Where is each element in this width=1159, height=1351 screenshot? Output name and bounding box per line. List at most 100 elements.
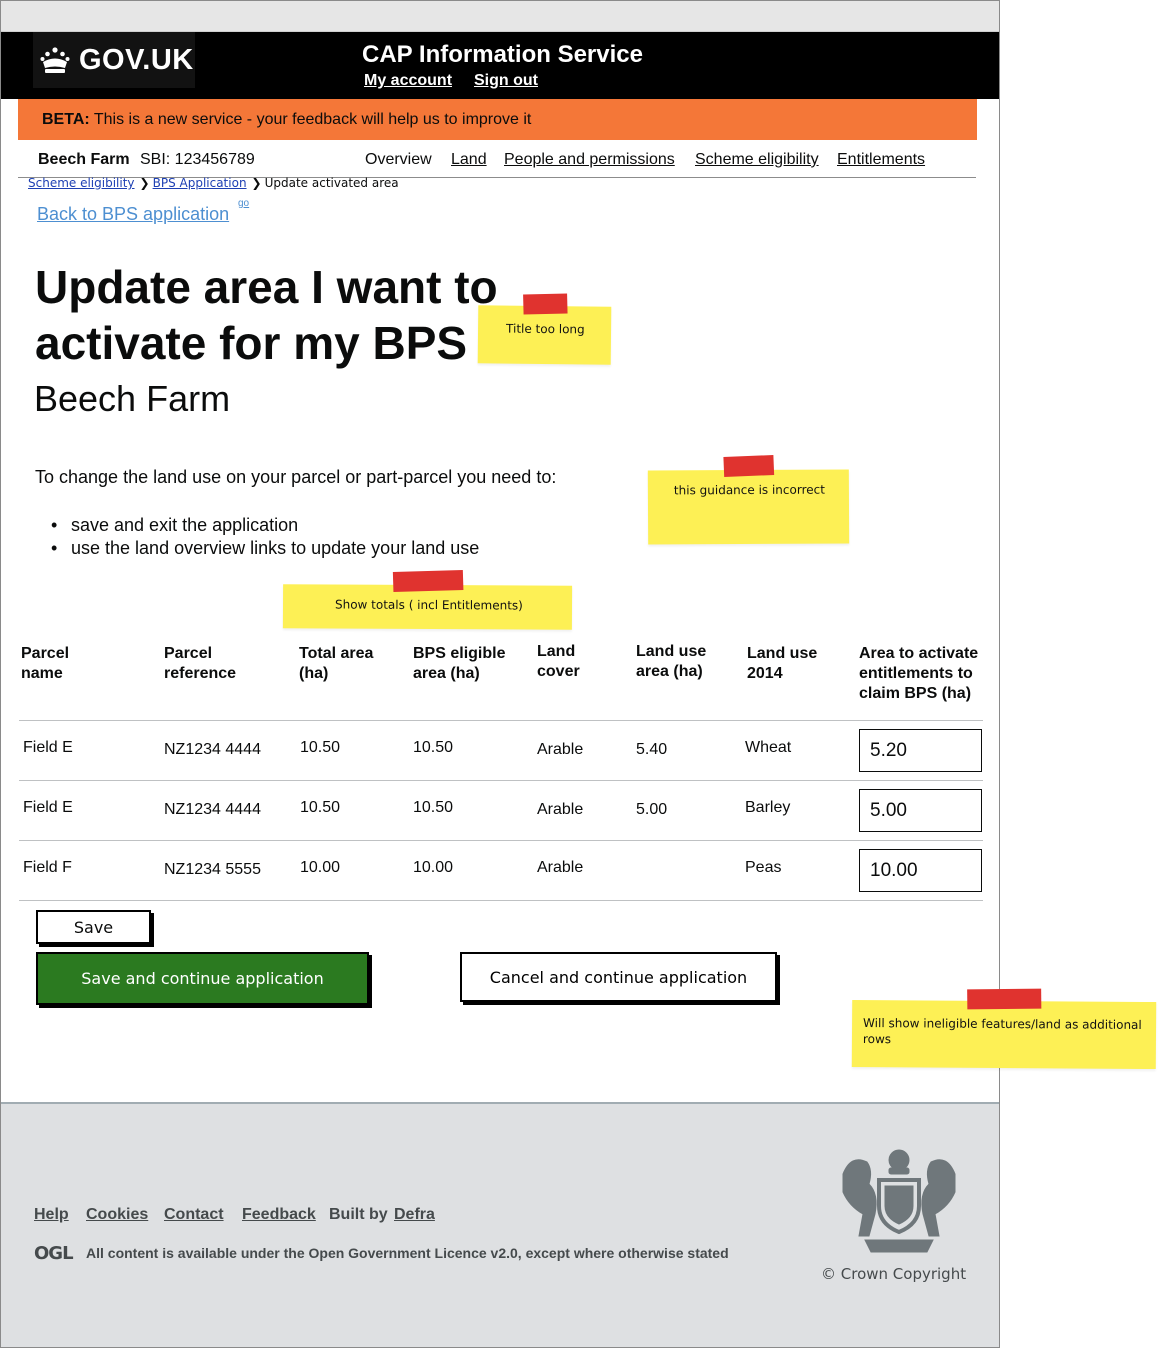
col-header-land-use-area: Land use area (ha) — [636, 642, 706, 682]
header-line: 2014 — [747, 665, 783, 682]
back-link-go-marker[interactable]: go — [238, 198, 249, 209]
table-row: Field E NZ1234 4444 10.50 10.50 Arable 5… — [19, 720, 983, 780]
footer-contact-link[interactable]: Contact — [164, 1206, 224, 1224]
sticky-tape — [523, 293, 568, 315]
footer-feedback-link[interactable]: Feedback — [242, 1206, 316, 1224]
header-line: Land — [537, 643, 576, 660]
farm-name: Beech Farm — [38, 151, 130, 168]
col-header-parcel-name: Parcel name — [21, 644, 69, 684]
header-line: reference — [164, 665, 237, 682]
sign-out-link[interactable]: Sign out — [474, 72, 538, 90]
licence-text: All content is available under the Open … — [86, 1245, 729, 1261]
col-header-land-cover: Land cover — [537, 642, 580, 682]
cell-parcel-name: Field F — [23, 859, 72, 876]
sticky-note-ineligible: Will show ineligible features/land as ad… — [851, 988, 1157, 1070]
chevron-right-icon: ❯ — [139, 176, 150, 190]
cell-land-cover: Arable — [537, 859, 584, 876]
cell-parcel-reference: NZ1234 4444 — [164, 741, 261, 758]
cell-total-area: 10.00 — [300, 859, 341, 876]
breadcrumb: Scheme eligibility ❯ BPS Application ❯ Updat… — [28, 176, 399, 190]
sticky-note-text: Show totals ( incl Entitlements) — [334, 597, 523, 613]
ogl-logo: OGL — [34, 1243, 74, 1264]
back-to-bps-link[interactable]: Back to BPS application — [37, 204, 229, 225]
service-name[interactable]: CAP Information Service — [362, 41, 643, 69]
govuk-logo[interactable]: GOV.UK — [33, 32, 195, 88]
header-line: area (ha) — [636, 663, 703, 680]
col-header-bps-eligible-area: BPS eligible area (ha) — [413, 644, 505, 684]
header-line: cover — [537, 663, 580, 680]
sticky-note-guidance: this guidance is incorrect — [647, 455, 850, 545]
header-line: entitlements to — [859, 665, 973, 682]
save-and-continue-button[interactable]: Save and continue application — [36, 952, 369, 1005]
header-line: claim BPS (ha) — [859, 685, 972, 702]
header-line: BPS eligible — [413, 645, 506, 662]
sticky-note-title: Title too long — [477, 293, 612, 365]
sticky-note-text: this guidance is incorrect — [673, 482, 825, 498]
cell-total-area: 10.50 — [300, 739, 341, 756]
cell-land-use-2014: Wheat — [745, 739, 792, 756]
cell-land-cover: Arable — [537, 801, 584, 818]
area-to-activate-input[interactable]: 5.00 — [859, 789, 982, 832]
breadcrumb-bps-application[interactable]: BPS Application — [153, 176, 247, 190]
cancel-and-continue-button[interactable]: Cancel and continue application — [460, 952, 777, 1002]
table-row: Field E NZ1234 4444 10.50 10.50 Arable 5… — [19, 780, 983, 840]
header-line: Land use — [747, 645, 818, 662]
sticky-note-totals: Show totals ( incl Entitlements) — [282, 569, 573, 630]
breadcrumb-current: Update activated area — [264, 176, 399, 190]
cell-parcel-reference: NZ1234 5555 — [164, 861, 261, 878]
sticky-tape — [967, 988, 1042, 1010]
browser-top-strip — [1, 1, 999, 32]
built-by-label: Built by — [329, 1206, 388, 1223]
area-to-activate-input[interactable]: 5.20 — [859, 729, 982, 772]
logo-wordmark: GOV.UK — [79, 43, 194, 76]
nav-people-and-permissions[interactable]: People and permissions — [504, 151, 675, 169]
crown-icon — [40, 47, 70, 73]
cell-bps-eligible-area: 10.50 — [413, 799, 454, 816]
col-header-land-use-2014: Land use 2014 — [747, 644, 817, 684]
defra-link[interactable]: Defra — [394, 1206, 435, 1224]
my-account-link[interactable]: My account — [364, 72, 452, 90]
area-to-activate-input[interactable]: 10.00 — [859, 849, 982, 892]
royal-coat-of-arms-icon — [842, 1149, 956, 1253]
footer-cookies-link[interactable]: Cookies — [86, 1206, 148, 1224]
table-bottom-border — [19, 900, 983, 901]
nav-entitlements[interactable]: Entitlements — [837, 151, 925, 169]
sticky-tape — [723, 455, 775, 477]
guidance-list: save and exit the application use the la… — [51, 514, 479, 560]
page-frame: GOV.UK CAP Information Service My accoun… — [0, 0, 1000, 1348]
cell-total-area: 10.50 — [300, 799, 341, 816]
col-header-total-area: Total area (ha) — [299, 644, 373, 684]
cell-parcel-name: Field E — [23, 739, 73, 756]
header-line: (ha) — [299, 665, 329, 682]
sbi-number: SBI: 123456789 — [140, 151, 255, 168]
col-header-parcel-reference: Parcel reference — [164, 644, 236, 684]
chevron-right-icon: ❯ — [251, 176, 262, 190]
crown-copyright: © Crown Copyright — [821, 1265, 967, 1283]
breadcrumb-scheme-eligibility[interactable]: Scheme eligibility — [28, 176, 135, 190]
beta-banner: BETA: This is a new service - your feedb… — [18, 99, 977, 140]
guidance-item: save and exit the application — [51, 514, 479, 537]
site-footer: Help Cookies Contact Feedback Built by D… — [1, 1102, 999, 1347]
save-button[interactable]: Save — [36, 910, 151, 944]
cell-parcel-name: Field E — [23, 799, 73, 816]
header-line: Parcel — [21, 645, 70, 662]
header-line: area (ha) — [413, 665, 480, 682]
guidance-item: use the land overview links to update yo… — [51, 537, 479, 560]
beta-message: This is a new service - your feedback wi… — [93, 111, 532, 128]
page-subtitle-farm: Beech Farm — [34, 378, 231, 419]
cell-land-cover: Arable — [537, 741, 584, 758]
header-line: Land use — [636, 643, 707, 660]
nav-overview[interactable]: Overview — [365, 151, 432, 169]
nav-scheme-eligibility[interactable]: Scheme eligibility — [695, 151, 819, 169]
footer-help-link[interactable]: Help — [34, 1206, 69, 1224]
sticky-note-text: Title too long — [505, 321, 585, 337]
cell-bps-eligible-area: 10.00 — [413, 859, 454, 876]
farm-bar: Beech Farm SBI: 123456789 Overview Land … — [18, 141, 976, 178]
sticky-note-text: Will show ineligible features/land as ad… — [862, 1016, 1142, 1047]
cell-land-use-2014: Peas — [745, 859, 782, 876]
nav-land[interactable]: Land — [451, 151, 487, 169]
sticky-tape — [392, 569, 464, 593]
cell-land-use-area: 5.40 — [636, 741, 668, 758]
cell-parcel-reference: NZ1234 4444 — [164, 801, 261, 818]
beta-tag: BETA: — [42, 111, 90, 128]
